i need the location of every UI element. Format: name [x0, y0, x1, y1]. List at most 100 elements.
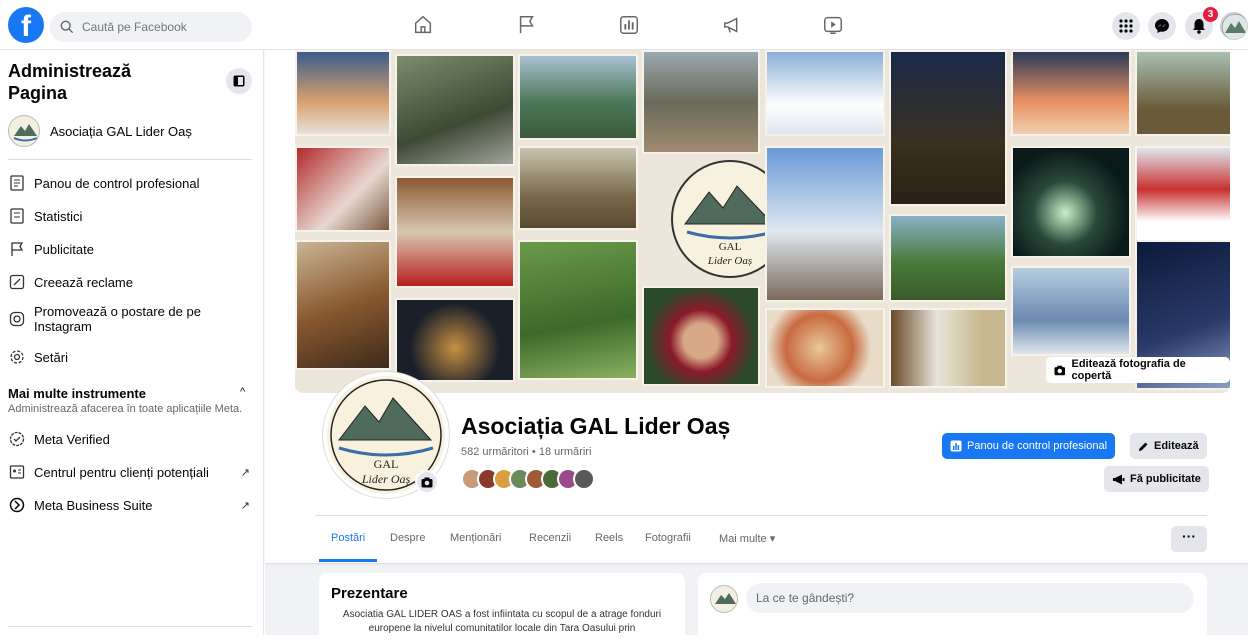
manage-page-sidebar: Administrează Pagina Asociația GAL Lider… — [0, 50, 264, 635]
dashboard-icon — [8, 174, 26, 192]
tab-reviews[interactable]: Recenzii — [529, 532, 571, 544]
sidebar-item-label: Panou de control profesional — [34, 175, 200, 191]
flag-icon — [8, 240, 26, 258]
professional-dashboard-button[interactable]: Panou de control profesional — [942, 433, 1116, 459]
sidebar-item-label: Meta Verified — [34, 431, 110, 447]
cover-tile — [295, 240, 391, 370]
tab-about[interactable]: Despre — [390, 532, 425, 544]
sidebar-item-settings[interactable]: Setări — [8, 348, 252, 366]
video-icon[interactable] — [822, 14, 846, 38]
tabs-divider — [315, 515, 1207, 516]
tab-mentions[interactable]: Menționări — [450, 532, 501, 544]
tab-posts[interactable]: Postări — [331, 532, 365, 544]
edit-cover-label: Editează fotografia de copertă — [1071, 358, 1186, 382]
camera-icon — [1054, 365, 1066, 375]
cover-tile — [395, 298, 515, 382]
cover-tile — [518, 240, 638, 380]
follower-stats[interactable]: 582 urmăritori • 18 urmăriri — [461, 446, 591, 458]
sidebar-item-promote-instagram[interactable]: Promovează o postare de pe Instagram — [8, 304, 252, 334]
insights-icon — [950, 440, 962, 452]
cover-badge-text: Lider Oaș — [707, 255, 752, 267]
page-logo — [8, 115, 40, 147]
cover-tile — [295, 50, 391, 136]
tab-reels[interactable]: Reels — [595, 532, 623, 544]
cover-tile — [395, 54, 515, 166]
sidebar-title: Administrează Pagina — [8, 61, 132, 103]
sidebar-page-link[interactable]: Asociația GAL Lider Oaș — [8, 115, 192, 147]
pencil-icon — [1139, 442, 1148, 451]
cover-tile — [295, 146, 391, 232]
cover-tile — [765, 50, 885, 136]
edit-label: Editează — [1154, 440, 1199, 452]
insights-icon — [8, 207, 26, 225]
professional-dashboard-label: Panou de control profesional — [967, 440, 1108, 452]
megaphone-icon — [1113, 474, 1125, 484]
collapse-sidebar-icon[interactable] — [226, 68, 252, 94]
meta-icon — [8, 496, 26, 514]
profile-pic-text: Lider Oaș — [361, 472, 411, 486]
sidebar-item-leads-center[interactable]: Centrul pentru clienți potențiali ↗ — [8, 463, 252, 481]
sidebar-item-professional-dashboard[interactable]: Panou de control profesional — [8, 174, 252, 192]
edit-cover-photo-button[interactable]: Editează fotografia de copertă — [1046, 357, 1230, 383]
sidebar-item-label: Setări — [34, 349, 68, 365]
sidebar-divider — [8, 626, 252, 627]
sidebar-item-advertising[interactable]: Publicitate — [8, 240, 252, 258]
cover-tile — [1135, 50, 1230, 136]
messenger-icon[interactable] — [1148, 12, 1176, 40]
camera-icon — [421, 477, 433, 487]
more-tools-subtitle: Administrează afacerea în toate aplicați… — [8, 403, 243, 415]
cover-tile — [1011, 146, 1131, 258]
sidebar-item-label: Statistici — [34, 208, 83, 224]
cover-tile — [518, 146, 638, 230]
flag-icon[interactable] — [516, 14, 540, 38]
top-navigation-bar: f 3 — [0, 0, 1248, 50]
search-box[interactable] — [50, 12, 252, 42]
cover-tile — [889, 50, 1007, 206]
sidebar-item-meta-verified[interactable]: Meta Verified — [8, 430, 252, 448]
tab-photos[interactable]: Fotografii — [645, 532, 691, 544]
sidebar-divider — [8, 159, 252, 160]
chevron-up-icon[interactable]: ^ — [240, 386, 245, 398]
avatar[interactable] — [710, 585, 738, 613]
notifications-badge: 3 — [1203, 7, 1218, 22]
follower-avatars[interactable] — [461, 468, 595, 490]
cover-tile — [1011, 266, 1131, 356]
search-icon — [60, 20, 74, 34]
cover-tile — [1135, 146, 1230, 242]
intro-title: Prezentare — [331, 585, 408, 602]
composer-input[interactable]: La ce te gândești? — [746, 583, 1194, 613]
sidebar-item-insights[interactable]: Statistici — [8, 207, 252, 225]
cover-tile — [765, 308, 885, 388]
cover-photo[interactable]: GAL Lider Oaș Editează fotografia de cop… — [295, 50, 1230, 393]
sidebar-item-meta-business-suite[interactable]: Meta Business Suite ↗ — [8, 496, 252, 514]
tab-more[interactable]: Mai multe ▾ — [719, 532, 775, 545]
avatar[interactable] — [573, 468, 595, 490]
megaphone-icon[interactable] — [722, 14, 746, 38]
facebook-logo[interactable]: f — [8, 7, 44, 43]
edit-page-button[interactable]: Editează — [1130, 433, 1207, 459]
home-icon[interactable] — [412, 14, 436, 38]
menu-grid-icon[interactable] — [1112, 12, 1140, 40]
sidebar-item-label: Meta Business Suite — [34, 497, 153, 513]
cover-tile — [1011, 50, 1131, 136]
instagram-icon — [8, 310, 26, 328]
sidebar-item-label: Creează reclame — [34, 274, 133, 290]
insights-icon[interactable] — [618, 14, 642, 38]
cover-tile — [395, 176, 515, 288]
cover-tile — [518, 54, 638, 140]
external-link-icon: ↗ — [240, 499, 250, 512]
account-avatar[interactable] — [1220, 12, 1248, 40]
sidebar-item-create-ads[interactable]: Creează reclame — [8, 273, 252, 291]
more-tools-title: Mai multe instrumente — [8, 386, 146, 401]
search-input[interactable] — [82, 20, 242, 34]
intro-text: Asociatia GAL LIDER OAS a fost infiintat… — [342, 609, 662, 634]
profile-header-card: GAL Lider Oaș Editează fotografia de cop… — [265, 50, 1248, 563]
advertise-label: Fă publicitate — [1130, 473, 1201, 485]
update-profile-picture-button[interactable] — [415, 470, 439, 494]
profile-pic-text: GAL — [374, 457, 399, 471]
more-options-button[interactable]: ··· — [1171, 526, 1207, 552]
cover-tile — [889, 308, 1007, 388]
advertise-button[interactable]: Fă publicitate — [1104, 466, 1209, 492]
sidebar-page-name: Asociația GAL Lider Oaș — [50, 123, 192, 139]
external-link-icon: ↗ — [240, 466, 250, 479]
